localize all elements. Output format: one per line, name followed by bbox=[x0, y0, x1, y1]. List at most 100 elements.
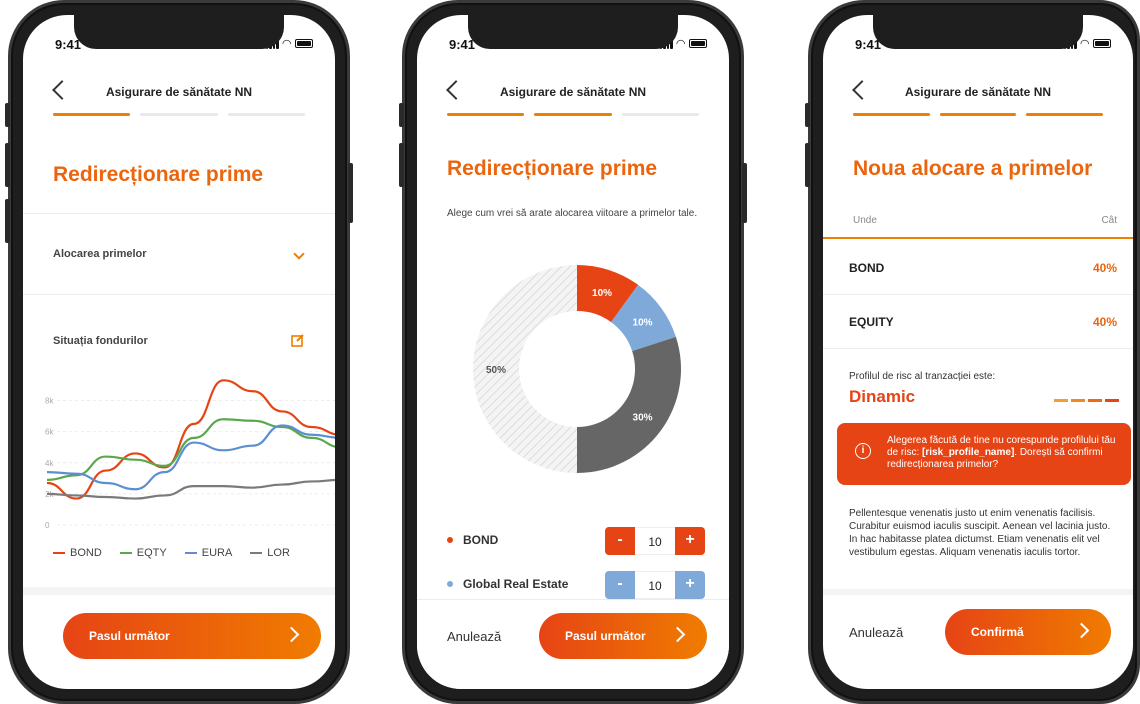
funds-label: Situația fondurilor bbox=[53, 335, 148, 347]
battery-icon bbox=[1093, 39, 1111, 48]
header-title: Asigurare de sănătate NN bbox=[105, 85, 253, 99]
legend-swatch bbox=[119, 552, 132, 554]
risk-level-indicator bbox=[1054, 399, 1119, 402]
cancel-link[interactable]: Anulează bbox=[447, 629, 501, 644]
fund-row-bond: BOND bbox=[447, 533, 498, 547]
header: Asigurare de sănătate NN bbox=[23, 75, 335, 115]
decrement-button[interactable]: - bbox=[605, 527, 635, 555]
donut-slice-label: 30% bbox=[633, 413, 653, 424]
description: Alege cum vrei să arate alocarea viitoar… bbox=[447, 208, 698, 219]
screen-1: 9:41 ◠ Asigurare de sănătate NN Redirecț… bbox=[23, 15, 335, 689]
phone-1: 9:41 ◠ Asigurare de sănătate NN Redirecț… bbox=[5, 0, 353, 704]
quantity-stepper-bond: - 10 + bbox=[605, 527, 705, 555]
page-title: Redirecționare prime bbox=[447, 157, 658, 180]
decrement-button[interactable]: - bbox=[605, 571, 635, 599]
legend-label: LOR bbox=[267, 547, 290, 559]
step-3 bbox=[1026, 113, 1104, 116]
confirm-button[interactable]: Confirmă bbox=[945, 609, 1111, 655]
funds-line-chart: 02k4k6k8k bbox=[45, 379, 335, 530]
legend-item-bond: BOND bbox=[53, 547, 102, 559]
risk-label: Profilul de risc al tranzacției este: bbox=[849, 371, 996, 382]
donut-slice-label: 10% bbox=[633, 317, 653, 328]
donut-slice-label: 10% bbox=[592, 288, 612, 299]
y-tick-label: 0 bbox=[45, 521, 50, 530]
cancel-link[interactable]: Anulează bbox=[849, 625, 903, 640]
step-2 bbox=[939, 113, 1017, 116]
step-3 bbox=[621, 113, 699, 116]
battery-icon bbox=[295, 39, 313, 48]
header: Asigurare de sănătate NN bbox=[823, 75, 1133, 115]
increment-button[interactable]: + bbox=[675, 571, 705, 599]
header-underline bbox=[823, 237, 1133, 239]
fund-dot bbox=[447, 537, 453, 543]
next-step-label: Pasul următor bbox=[89, 629, 170, 643]
step-2 bbox=[140, 113, 218, 116]
fund-row-real-estate: Global Real Estate bbox=[447, 577, 568, 591]
allocation-row-bond: BOND 40% bbox=[823, 241, 1133, 295]
wifi-icon: ◠ bbox=[282, 38, 291, 50]
quantity-value[interactable]: 10 bbox=[635, 571, 675, 599]
page-title: Redirecționare prime bbox=[53, 163, 264, 186]
step-1 bbox=[853, 113, 930, 116]
allocation-donut-chart: 10% 10% 30% 50% bbox=[473, 265, 681, 473]
legend-item-lor: LOR bbox=[250, 547, 290, 559]
arrow-right-icon bbox=[1073, 622, 1090, 639]
quantity-stepper-real-estate: - 10 + bbox=[605, 571, 705, 599]
increment-button[interactable]: + bbox=[675, 527, 705, 555]
fund-name: EQUITY bbox=[849, 315, 894, 329]
phone-2: 9:41 ◠ Asigurare de sănătate NN Redirecț… bbox=[399, 0, 747, 704]
phone-3: 9:41 ◠ Asigurare de sănătate NN Noua alo… bbox=[805, 0, 1140, 704]
legend-item-eqty: EQTY bbox=[119, 547, 167, 559]
fund-name: BOND bbox=[463, 533, 499, 547]
donut-slice-label: 50% bbox=[486, 365, 506, 376]
donut-slice bbox=[577, 336, 681, 473]
risk-warning-banner: i Alegerea făcută de tine nu corespunde … bbox=[837, 423, 1131, 485]
quantity-value[interactable]: 10 bbox=[635, 527, 675, 555]
arrow-right-icon bbox=[283, 626, 300, 643]
description-paragraph: Pellentesque venenatis justo ut enim ven… bbox=[849, 508, 1111, 558]
next-step-button[interactable]: Pasul următor bbox=[63, 613, 321, 659]
step-1 bbox=[53, 113, 131, 116]
notch bbox=[74, 15, 284, 49]
screen-3: 9:41 ◠ Asigurare de sănătate NN Noua alo… bbox=[823, 15, 1133, 689]
fund-name: Global Real Estate bbox=[463, 577, 569, 591]
next-step-label: Pasul următor bbox=[565, 629, 646, 643]
fund-percent: 40% bbox=[1092, 261, 1117, 275]
next-step-button[interactable]: Pasul următor bbox=[539, 613, 707, 659]
progress-steps bbox=[853, 113, 1104, 116]
header-title: Asigurare de sănătate NN bbox=[904, 85, 1052, 99]
allocation-dropdown[interactable]: Alocarea primelor bbox=[23, 214, 335, 294]
screen-2: 9:41 ◠ Asigurare de sănătate NN Redirecț… bbox=[417, 15, 729, 689]
header: Asigurare de sănătate NN bbox=[417, 75, 729, 115]
chart-legend: BOND EQTY EURA LOR bbox=[53, 547, 315, 559]
y-tick-label: 6k bbox=[45, 428, 54, 437]
legend-label: BOND bbox=[70, 547, 102, 559]
info-icon: i bbox=[855, 443, 871, 459]
chevron-down-icon bbox=[293, 248, 305, 260]
fund-name: BOND bbox=[849, 261, 885, 275]
legend-label: EQTY bbox=[136, 547, 167, 559]
arrow-right-icon bbox=[669, 626, 686, 643]
column-amount: Cât bbox=[1101, 215, 1117, 226]
progress-steps bbox=[53, 113, 305, 116]
series-line-lor bbox=[46, 478, 335, 500]
allocation-label: Alocarea primelor bbox=[53, 248, 147, 260]
risk-value: Dinamic bbox=[849, 387, 916, 406]
edit-icon[interactable] bbox=[291, 333, 305, 347]
legend-swatch bbox=[184, 552, 197, 554]
warning-text: Alegerea făcută de tine nu corespunde pr… bbox=[887, 435, 1116, 470]
step-2 bbox=[534, 113, 612, 116]
progress-steps bbox=[447, 113, 699, 116]
allocation-row-equity: EQUITY 40% bbox=[823, 295, 1133, 349]
wifi-icon: ◠ bbox=[1080, 38, 1089, 50]
y-tick-label: 4k bbox=[45, 459, 54, 468]
header-title: Asigurare de sănătate NN bbox=[499, 85, 647, 99]
fund-percent: 40% bbox=[1092, 315, 1117, 329]
column-where: Unde bbox=[853, 215, 877, 226]
page-title: Noua alocare a primelor bbox=[853, 157, 1093, 180]
legend-swatch bbox=[53, 552, 65, 554]
legend-item-eura: EURA bbox=[184, 547, 232, 559]
wifi-icon: ◠ bbox=[676, 38, 685, 50]
series-line-eura bbox=[46, 424, 335, 491]
step-1 bbox=[447, 113, 525, 116]
